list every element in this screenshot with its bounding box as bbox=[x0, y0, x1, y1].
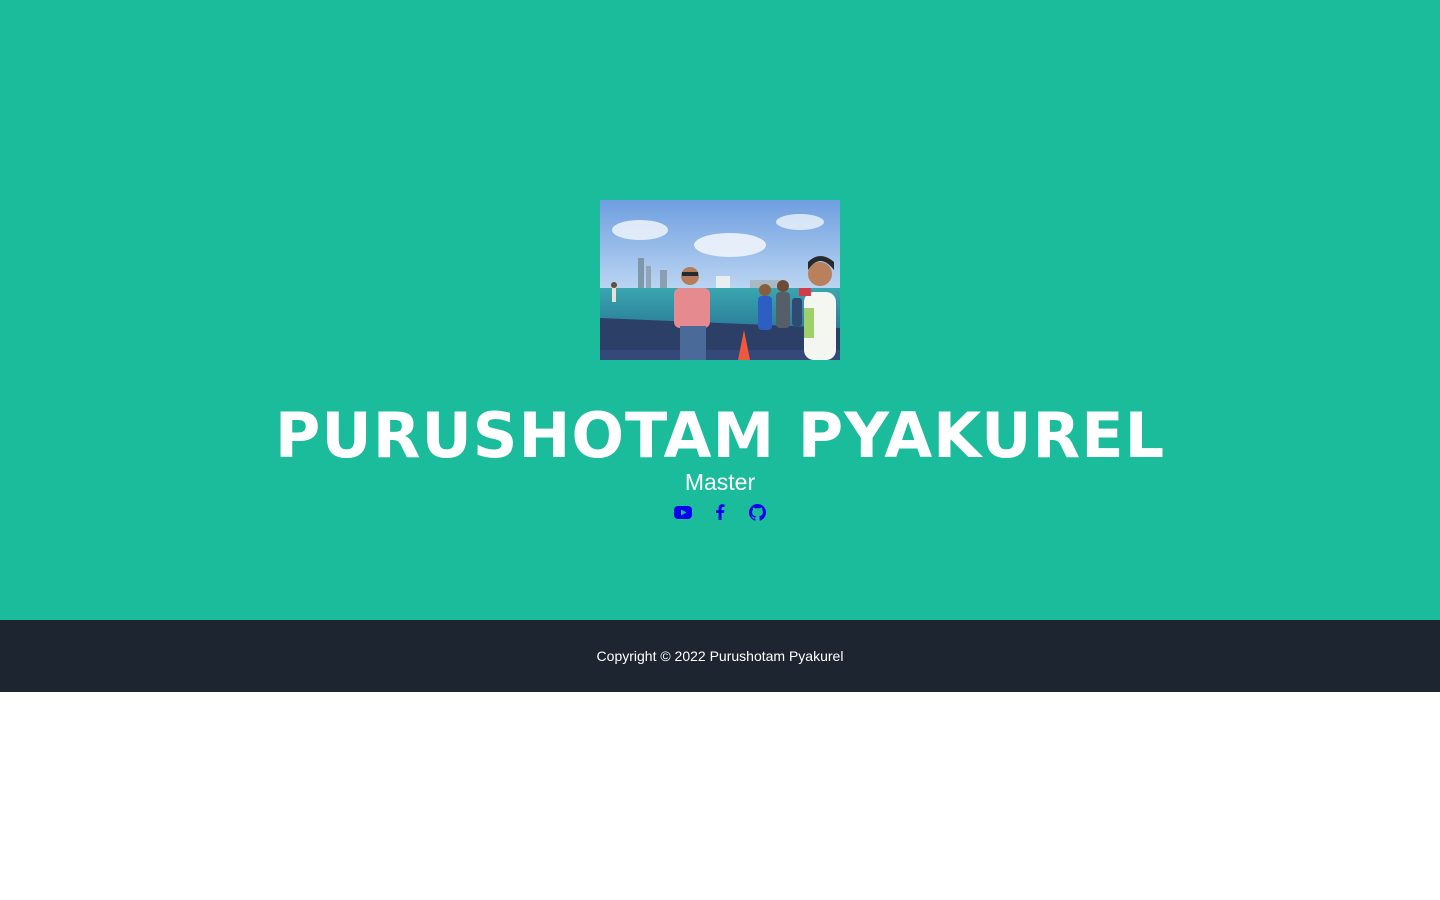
profile-photo bbox=[600, 200, 840, 360]
youtube-link[interactable] bbox=[674, 502, 692, 522]
page-title: PURUSHOTAM PYAKUREL bbox=[274, 399, 1166, 472]
masthead: PURUSHOTAM PYAKUREL Master bbox=[0, 0, 1440, 620]
github-link[interactable] bbox=[748, 502, 766, 522]
page-subtitle: Master bbox=[684, 469, 756, 495]
footer: Copyright © 2022 Purushotam Pyakurel bbox=[0, 620, 1440, 692]
social-links bbox=[0, 502, 1440, 522]
github-icon bbox=[748, 503, 766, 521]
copyright-text: Copyright © 2022 Purushotam Pyakurel bbox=[596, 648, 844, 664]
facebook-link[interactable] bbox=[711, 502, 729, 522]
facebook-icon bbox=[716, 504, 725, 520]
youtube-icon bbox=[674, 505, 692, 519]
